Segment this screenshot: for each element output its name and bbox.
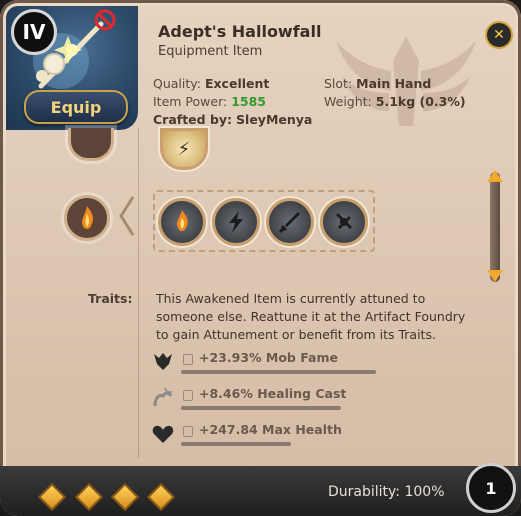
trait-bar (181, 370, 376, 374)
ability-option-1[interactable] (158, 198, 206, 246)
ability-option-3[interactable] (266, 198, 314, 246)
weight-stat: Weight: 5.1kg (0.3%) (324, 94, 466, 109)
spell-socket[interactable] (64, 195, 110, 241)
divider (138, 128, 139, 458)
item-name: Adept's Hallowfall (158, 22, 322, 41)
flame-icon (177, 210, 188, 231)
close-button[interactable]: ✕ (485, 21, 513, 49)
trait-item: +23.93% Mob Fame (151, 350, 391, 380)
item-type: Equipment Item (158, 44, 263, 59)
crafted-by-stat: Crafted by: SleyMenya (153, 112, 313, 127)
crafter-name: SleyMenya (236, 112, 313, 127)
quality-stat: Quality: Excellent (153, 76, 270, 91)
trait-bar (181, 406, 341, 410)
trait-item: +247.84 Max Health (151, 422, 391, 452)
ability-option-4[interactable] (320, 198, 368, 246)
flame-icon (82, 206, 94, 229)
equip-button[interactable]: Equip (24, 90, 128, 124)
mob-fame-icon (154, 353, 172, 370)
trait-bar (181, 442, 291, 446)
max-health-icon (152, 425, 174, 443)
tier-badge: IV (11, 9, 57, 55)
item-power-stat: Item Power: 1585 (153, 94, 266, 109)
scroll-down-arrow[interactable] (487, 270, 503, 282)
close-icon[interactable]: ✕ (493, 27, 505, 43)
strike-icon: ⚡ (177, 138, 191, 160)
scrollbar[interactable] (490, 172, 500, 282)
stack-count-badge: 1 (466, 463, 516, 513)
weight-value: 5.1kg (0.3%) (375, 94, 466, 109)
no-trade-icon (94, 9, 116, 31)
lightning-icon (229, 211, 243, 233)
lock-icon (183, 390, 193, 401)
slot-stat: Slot: Main Hand (324, 76, 432, 91)
ability-option-2[interactable] (212, 198, 260, 246)
sword-icon (278, 212, 300, 234)
ability-slot-upper[interactable]: ⚡ (160, 128, 208, 170)
item-tooltip-panel: IV Equip Adept's Hallowfall Equipment It… (0, 0, 521, 516)
lock-icon (183, 354, 193, 365)
slot-value: Main Hand (356, 76, 432, 91)
quality-value: Excellent (204, 76, 270, 91)
trait-item: +8.46% Healing Cast (151, 386, 391, 416)
scroll-up-arrow[interactable] (487, 170, 503, 182)
traits-label: Traits: (88, 291, 133, 306)
chevron-right-icon (119, 196, 135, 236)
slot-socket-upper (68, 128, 114, 161)
shield-slash-icon (335, 212, 353, 230)
traits-description: This Awakened Item is currently attuned … (156, 291, 466, 342)
healing-cast-icon (153, 387, 173, 407)
lock-icon (183, 426, 193, 437)
durability-text: Durability: 100% (328, 484, 445, 500)
item-power-value: 1585 (231, 94, 266, 109)
